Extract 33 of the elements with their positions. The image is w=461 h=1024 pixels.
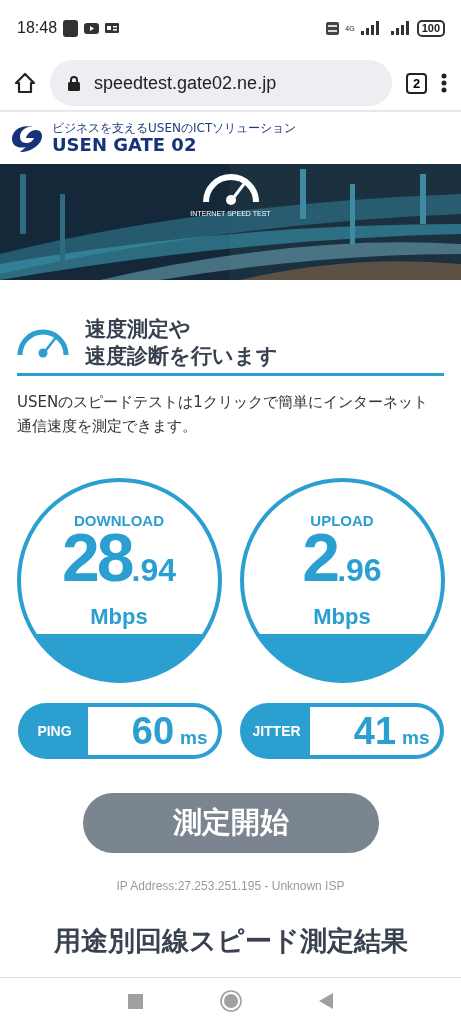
clock-time: 18:48 [17, 19, 58, 37]
address-bar[interactable]: speedtest.gate02.ne.jp [50, 60, 392, 106]
metric-value: 60 [131, 709, 175, 754]
speed-value: 28.94 [61, 529, 177, 597]
section-heading: 速度測定や 速度診断を行います [85, 316, 278, 370]
speed-unit: Mbps [90, 604, 148, 630]
home-button[interactable] [14, 72, 36, 94]
result-label: DOWNLOAD [74, 512, 164, 529]
logo-text[interactable]: USEN GATE 02 [52, 135, 297, 155]
metric-label: PING [36, 723, 73, 739]
start-test-button[interactable]: 測定開始 [82, 793, 379, 853]
intro-text: USENのスピードテストは1クリックで簡単にインターネット通信速度を測定できます。 [17, 392, 429, 437]
metric-unit: ms [402, 727, 430, 749]
tab-count-button[interactable]: 2 [406, 72, 427, 94]
menu-button[interactable] [441, 73, 447, 93]
back-button[interactable] [318, 993, 333, 1009]
section-heading: 用途別回線スピード測定結果 [53, 925, 408, 956]
play-icon [84, 22, 100, 34]
signal-icon [390, 21, 411, 35]
metric-unit: ms [180, 727, 208, 749]
result-label: UPLOAD [310, 512, 374, 529]
speed-unit: Mbps [313, 604, 371, 630]
metric-value: 41 [353, 709, 397, 754]
lock-icon [68, 75, 80, 91]
ip-address-text: IP Address:27.253.251.195 - Unknown ISP [116, 879, 345, 893]
speedometer-icon [17, 327, 69, 359]
recents-button[interactable] [128, 993, 144, 1009]
logo-tagline: ビジネスを支えるUSENのICTソリューション [52, 121, 297, 135]
speed-value: 2.96 [302, 529, 382, 597]
signal-icon [360, 21, 381, 35]
battery-level: 100 [416, 19, 445, 37]
app-notification-icon [63, 19, 79, 37]
metric-label: JITTER [251, 723, 302, 739]
